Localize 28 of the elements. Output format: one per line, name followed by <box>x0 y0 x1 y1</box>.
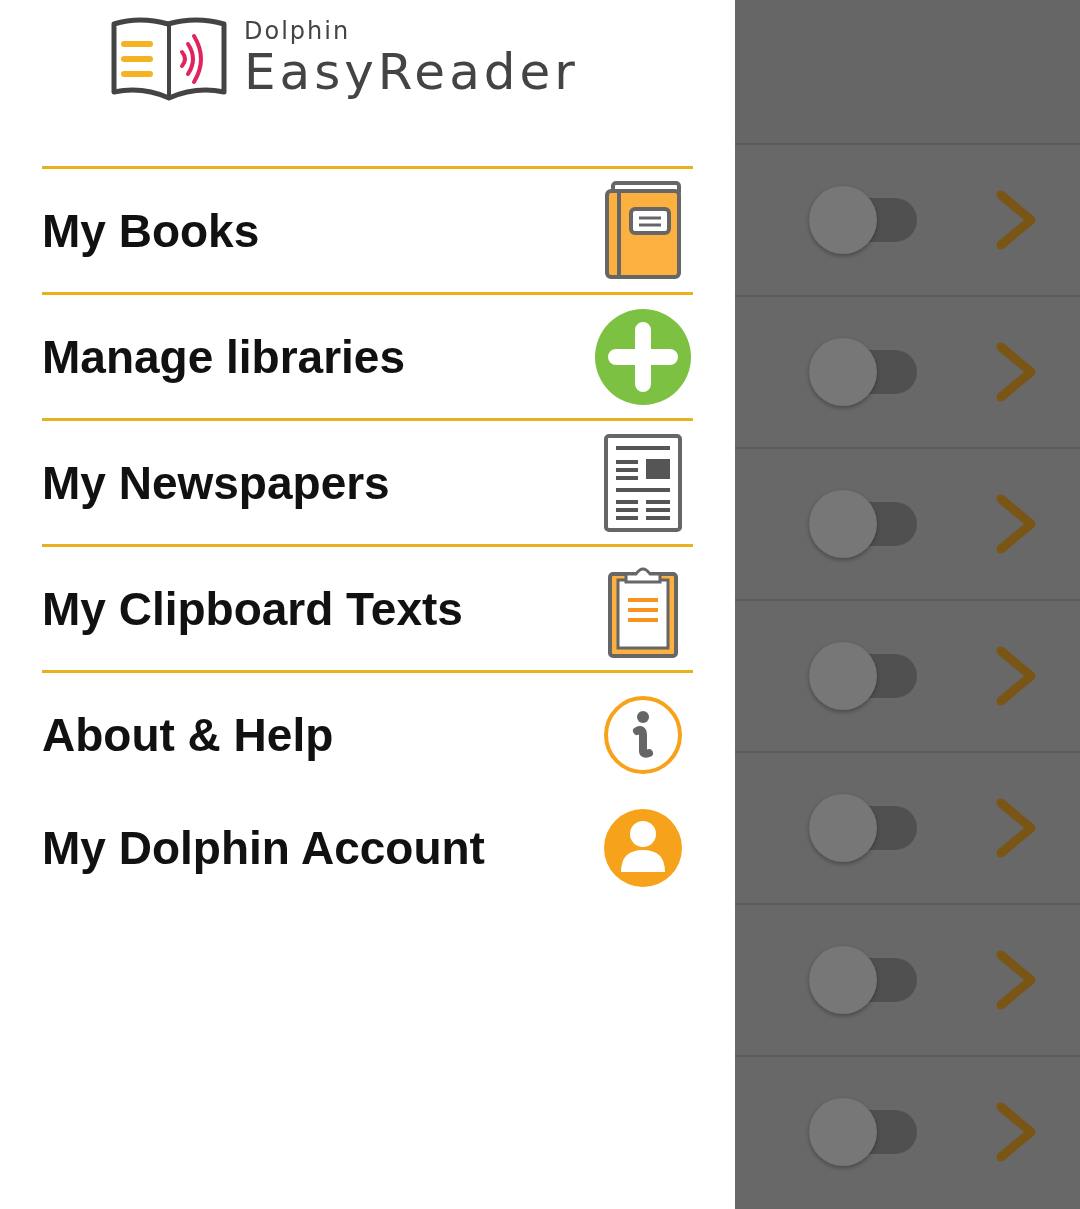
toggle-switch[interactable] <box>809 946 917 1014</box>
brand-name: Dolphin <box>244 16 352 46</box>
chevron-right-icon[interactable] <box>995 645 1037 707</box>
chevron-right-icon[interactable] <box>995 797 1037 859</box>
open-book-icon <box>110 16 228 102</box>
newspaper-icon <box>604 433 682 532</box>
product-name: EasyReader <box>244 46 579 98</box>
info-icon <box>603 694 683 775</box>
menu-item[interactable]: My Dolphin Account <box>42 796 693 900</box>
toggle-switch[interactable] <box>809 338 917 406</box>
menu-item[interactable]: My Clipboard Texts <box>42 544 693 670</box>
chevron-right-icon[interactable] <box>995 493 1037 555</box>
toggle-switch[interactable] <box>809 1098 917 1166</box>
chevron-right-icon[interactable] <box>995 189 1037 251</box>
menu-item[interactable]: My Books <box>42 166 693 292</box>
menu-item[interactable]: About & Help <box>42 670 693 796</box>
menu-item[interactable]: My Newspapers <box>42 418 693 544</box>
toggle-switch[interactable] <box>809 490 917 558</box>
book-icon <box>603 180 683 281</box>
menu-item[interactable]: Manage libraries <box>42 292 693 418</box>
toggle-switch[interactable] <box>809 642 917 710</box>
chevron-right-icon[interactable] <box>995 1101 1037 1163</box>
toggle-switch[interactable] <box>809 186 917 254</box>
toggle-switch[interactable] <box>809 794 917 862</box>
account-icon <box>603 808 683 888</box>
chevron-right-icon[interactable] <box>995 341 1037 403</box>
chevron-right-icon[interactable] <box>995 949 1037 1011</box>
add-icon <box>594 307 692 406</box>
